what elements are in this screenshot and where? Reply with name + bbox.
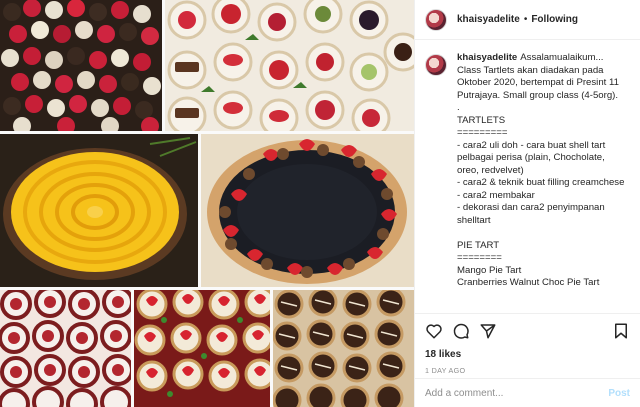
photo-chocolate-strawberry-tartlets — [165, 0, 414, 131]
caption-line: TARTLETS — [457, 114, 506, 126]
post-actions: 18 likes 1 DAY AGO — [415, 313, 640, 375]
caption-username[interactable]: khaisyadelite — [457, 52, 517, 63]
comment-box: Post — [415, 378, 640, 407]
bookmark-icon[interactable] — [612, 322, 630, 340]
avatar[interactable] — [425, 8, 447, 31]
caption-line: Cranberries Walnut Choc Pie Tart — [457, 277, 600, 288]
photo-strawberry-tartlets — [134, 290, 270, 407]
likes-count[interactable]: 18 likes — [425, 349, 630, 360]
caption-line: - cara2 uli doh - cara buat shell tart p… — [457, 139, 608, 176]
caption-avatar[interactable] — [425, 54, 447, 76]
action-icons — [425, 319, 630, 343]
caption-line: ======== — [457, 252, 502, 263]
following-button[interactable]: Following — [531, 14, 578, 25]
header-separator: • — [523, 14, 528, 25]
post-side-panel: khaisyadelite • Following khaisyadelite A… — [414, 0, 640, 407]
photo-chocolate-pie-tart — [201, 134, 414, 287]
photo-assorted-tartlets — [0, 0, 162, 131]
post-header: khaisyadelite • Following — [415, 0, 640, 40]
photo-mango-pie-tart — [0, 134, 198, 287]
photo-red-velvet-tartlets — [0, 290, 131, 407]
comment-input[interactable] — [425, 387, 609, 399]
comment-icon[interactable] — [452, 322, 470, 340]
caption-line: - cara2 & teknik buat filling creamchese — [457, 177, 625, 188]
caption-line: ========= — [457, 127, 508, 138]
caption-line — [457, 227, 629, 240]
caption-line: Mango Pie Tart — [457, 264, 522, 276]
caption-line: - cara2 membakar — [457, 189, 535, 201]
post-photo-collage[interactable] — [0, 0, 414, 407]
caption-line: PIE TART — [457, 239, 500, 251]
post-comment-button[interactable]: Post — [608, 388, 630, 399]
post-author-username[interactable]: khaisyadelite — [457, 14, 520, 25]
photo-chocolate-drizzle-tartlets — [273, 290, 414, 407]
caption-text: khaisyadelite Assalamualaikum... Class Ta… — [457, 52, 629, 304]
caption-line: - dekorasi dan cara2 penyimpanan shellta… — [457, 202, 608, 226]
caption-line: . — [457, 102, 460, 113]
post-timestamp[interactable]: 1 DAY AGO — [425, 366, 630, 375]
share-icon[interactable] — [479, 322, 497, 340]
heart-icon[interactable] — [425, 322, 443, 340]
post-caption: khaisyadelite Assalamualaikum... Class Ta… — [425, 52, 634, 304]
